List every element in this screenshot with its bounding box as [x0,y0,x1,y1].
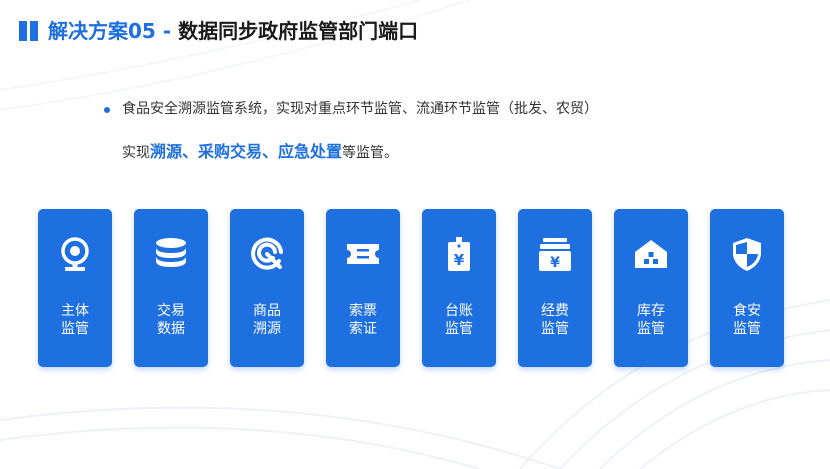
card-inventory-supervision[interactable]: 库存 监管 [614,209,688,367]
card-subject-supervision[interactable]: 主体 监管 [38,209,112,367]
card-product-trace[interactable]: 商品 溯源 [230,209,304,367]
title-accent-bar [30,21,38,41]
card-label: 商品 溯源 [253,303,281,337]
card-ledger-supervision[interactable]: ¥ 台账 监管 [422,209,496,367]
svg-text:¥: ¥ [550,255,560,271]
title-accent-bar [19,21,27,41]
line2-suffix: 等监管。 [342,145,399,161]
bullet-dot [104,107,110,113]
price-tag-icon: ¥ [448,237,470,271]
card-label: 交易 数据 [157,303,185,337]
title-prefix: 解决方案05 [48,19,156,43]
title-separator: - [155,19,179,43]
card-label: 经费 监管 [541,303,569,337]
money-box-icon: ¥ [539,238,571,271]
card-ticket-certificate[interactable]: 索票 索证 [326,209,400,367]
card-label: 台账 监管 [445,303,473,337]
title-main: 数据同步政府监管部门端口 [178,19,419,43]
card-label: 食安 监管 [733,303,761,337]
card-trade-data[interactable]: 交易 数据 [134,209,208,367]
line2-highlight: 溯源、采购交易、应急处置 [150,142,343,161]
title-bar: 解决方案05 - 数据同步政府监管部门端口 [0,0,830,64]
shield-icon [733,238,761,271]
feature-cards: 主体 监管 交易 数据 商品 溯源 索票 索证 ¥ 台账 监管 ¥ 经费 监管 … [38,209,798,367]
card-funding-supervision[interactable]: ¥ 经费 监管 [518,209,592,367]
description-line-1: 食品安全溯源监管系统，实现对重点环节监管、流通环节监管（批发、农贸） [122,101,598,117]
warehouse-icon [635,240,667,268]
svg-text:¥: ¥ [454,251,465,269]
card-label: 库存 监管 [637,303,665,337]
webcam-icon [61,237,89,271]
card-label: 主体 监管 [61,303,89,337]
card-label: 索票 索证 [349,303,377,337]
trace-icon [251,237,283,270]
ticket-icon [347,244,379,264]
description-line-2: 实现溯源、采购交易、应急处置等监管。 [122,139,398,165]
database-icon [156,238,186,267]
page-title: 解决方案05 - 数据同步政府监管部门端口 [48,16,418,46]
card-food-safety-supervision[interactable]: 食安 监管 [710,209,784,367]
line2-prefix: 实现 [122,145,150,161]
